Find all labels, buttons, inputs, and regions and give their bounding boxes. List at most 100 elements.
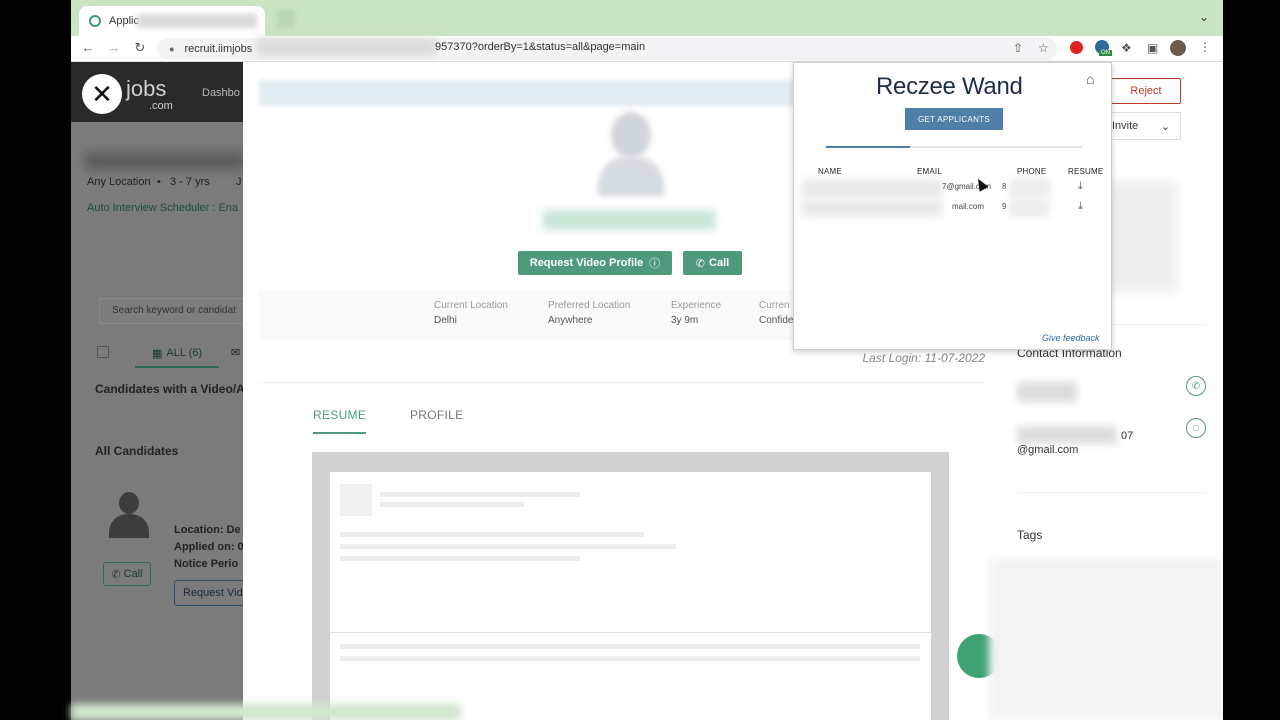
mail-icon[interactable]: ✉ bbox=[231, 346, 240, 359]
info-label: Experience bbox=[671, 300, 722, 311]
candidate-request-video-button[interactable]: Request Vid bbox=[174, 580, 244, 606]
tab-profile[interactable]: PROFILE bbox=[410, 408, 463, 422]
reczee-wand-logo: Reczee Wand bbox=[876, 73, 1023, 100]
invite-label: Invite bbox=[1112, 120, 1139, 132]
download-icon[interactable]: ⤓ bbox=[1078, 200, 1083, 213]
candidate-search-input[interactable]: Search keyword or candidat bbox=[99, 298, 249, 324]
name-redacted bbox=[802, 199, 942, 217]
call-button[interactable]: ✆ Call bbox=[683, 251, 742, 275]
tab-title: Applic bbox=[109, 15, 139, 27]
info-current-ctc: Curren Confide bbox=[759, 300, 793, 326]
candidate-name-redacted bbox=[543, 210, 715, 230]
extension-on-badge: ON bbox=[1099, 50, 1112, 56]
info-label: Curren bbox=[759, 300, 790, 311]
info-value: Confide bbox=[759, 315, 794, 326]
email-redacted bbox=[1017, 426, 1117, 444]
candidate-photo bbox=[598, 112, 664, 198]
reject-button[interactable]: Reject bbox=[1111, 78, 1181, 104]
divider bbox=[1017, 492, 1207, 493]
info-experience: Experience 3y 9m bbox=[671, 300, 721, 326]
column-header-resume: RESUME bbox=[1068, 167, 1104, 176]
section-all-candidates: All Candidates bbox=[95, 444, 179, 458]
info-preferred-location: Preferred Location Anywhere bbox=[548, 300, 630, 326]
site-logo[interactable]: jobs bbox=[126, 76, 166, 102]
progress-fill bbox=[826, 146, 911, 148]
phone-icon[interactable]: ✆ bbox=[1186, 376, 1206, 396]
chevron-down-icon: ⌄ bbox=[1160, 120, 1170, 133]
job-experience: 3 - 7 yrs bbox=[170, 176, 210, 188]
adblock-extension-icon[interactable] bbox=[1070, 41, 1083, 54]
get-applicants-button[interactable]: GET APPLICANTS bbox=[905, 108, 1003, 130]
home-icon[interactable]: ⌂ bbox=[1086, 71, 1094, 87]
tags-title: Tags bbox=[1017, 528, 1043, 542]
candidate-call-label: Call bbox=[123, 568, 143, 580]
back-icon[interactable]: ← bbox=[79, 40, 97, 55]
give-feedback-link[interactable]: Give feedback bbox=[1042, 333, 1100, 343]
job-extra: J bbox=[236, 176, 242, 188]
nav-dashboard[interactable]: Dashbo bbox=[202, 87, 240, 99]
candidate-avatar bbox=[109, 492, 149, 542]
call-label: Call bbox=[709, 257, 730, 269]
tab-resume[interactable]: RESUME bbox=[313, 408, 367, 434]
url-tail: 957370?orderBy=1&status=all&page=main bbox=[435, 41, 646, 53]
extensions-puzzle-icon[interactable]: ❖ bbox=[1121, 41, 1132, 55]
bottom-overlay-redacted bbox=[71, 704, 461, 720]
job-title-redacted bbox=[85, 152, 245, 170]
section-video-candidates: Candidates with a Video/A bbox=[95, 382, 245, 396]
download-icon[interactable]: ⤓ bbox=[1078, 180, 1083, 193]
resume-skeleton bbox=[340, 532, 644, 537]
close-modal-icon[interactable]: ✕ bbox=[82, 74, 122, 114]
candidate-location: Location: De bbox=[174, 524, 241, 536]
side-panel-icon[interactable]: ▣ bbox=[1147, 41, 1158, 55]
site-favicon-icon bbox=[89, 15, 101, 27]
new-tab-button[interactable] bbox=[277, 10, 295, 28]
progress-bar bbox=[826, 146, 1082, 148]
resume-skeleton bbox=[340, 656, 920, 661]
request-video-profile-label: Request Video Profile bbox=[529, 257, 644, 269]
applicant-phone: 8 bbox=[1002, 182, 1007, 191]
reload-icon[interactable]: ↻ bbox=[131, 40, 149, 56]
candidate-call-button[interactable]: ✆ Call bbox=[103, 562, 151, 586]
job-location: Any Location bbox=[87, 176, 151, 188]
select-all-checkbox[interactable] bbox=[97, 346, 109, 358]
info-value: Delhi bbox=[434, 315, 457, 326]
resume-skeleton bbox=[340, 556, 580, 561]
browser-tab[interactable]: Applic bbox=[79, 6, 265, 36]
tab-all-candidates[interactable]: ▦ ALL (6) bbox=[135, 340, 219, 368]
auto-interview-scheduler[interactable]: Auto Interview Scheduler : Ena bbox=[87, 202, 238, 214]
resume-page bbox=[330, 472, 931, 720]
profile-avatar[interactable] bbox=[1170, 40, 1186, 56]
chat-icon[interactable]: □ bbox=[1186, 418, 1206, 438]
applicant-phone: 9 bbox=[1002, 202, 1007, 211]
phone-redacted bbox=[1010, 199, 1050, 217]
name-redacted bbox=[802, 179, 942, 197]
column-header-name: NAME bbox=[818, 167, 842, 176]
phone-redacted bbox=[1010, 179, 1050, 197]
resume-viewer[interactable] bbox=[312, 452, 949, 720]
email-fragment: 07 bbox=[1121, 430, 1134, 442]
phone-redacted bbox=[1017, 382, 1077, 402]
lock-icon: ● bbox=[169, 44, 175, 54]
candidates-list-pane: Any Location • 3 - 7 yrs J Auto Intervie… bbox=[71, 122, 249, 720]
applicant-email: mail.com bbox=[952, 202, 985, 211]
info-current-location: Current Location Delhi bbox=[434, 300, 508, 326]
url-host: recruit.iimjobs bbox=[184, 43, 253, 55]
info-label: Current Location bbox=[434, 300, 508, 311]
browser-menu-icon[interactable]: ⋮ bbox=[1199, 40, 1211, 54]
browser-window: Applic ⌄ ← → ↻ ● recruit.iimjobs 957370?… bbox=[71, 0, 1223, 720]
resume-skeleton bbox=[380, 492, 580, 497]
candidate-notice: Notice Perio bbox=[174, 558, 239, 570]
screen: Applic ⌄ ← → ↻ ● recruit.iimjobs 957370?… bbox=[0, 0, 1280, 720]
tab-all-label: ALL (6) bbox=[166, 347, 203, 359]
info-value: Anywhere bbox=[548, 315, 593, 326]
resume-skeleton bbox=[340, 484, 372, 516]
tab-search-chevron-icon[interactable]: ⌄ bbox=[1199, 10, 1209, 24]
tags-redacted bbox=[989, 558, 1223, 720]
calendar-icon: ▦ bbox=[151, 347, 163, 360]
tab-title-redacted bbox=[137, 14, 257, 28]
forward-icon[interactable]: → bbox=[105, 40, 123, 55]
email-domain: @gmail.com bbox=[1017, 444, 1079, 456]
bookmark-star-icon[interactable]: ☆ bbox=[1038, 41, 1049, 55]
share-icon[interactable]: ⇧ bbox=[1013, 41, 1023, 55]
request-video-profile-button[interactable]: Request Video Profile ⓘ bbox=[518, 251, 672, 275]
